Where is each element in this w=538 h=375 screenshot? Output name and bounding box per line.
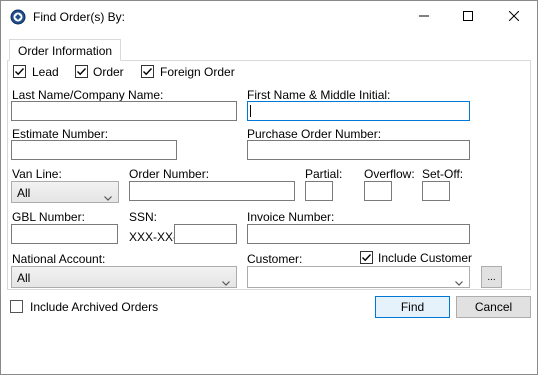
browse-label: ... [487, 271, 496, 283]
order-checkbox[interactable] [75, 65, 88, 78]
customer-select[interactable] [247, 266, 470, 288]
order-number-input[interactable] [129, 181, 295, 201]
cancel-button[interactable]: Cancel [456, 296, 531, 318]
text-caret [250, 105, 251, 117]
foreign-order-label: Foreign Order [160, 65, 235, 79]
chevron-down-icon [104, 190, 112, 204]
customer-label: Customer: [247, 252, 303, 266]
customer-browse-button[interactable]: ... [481, 266, 502, 288]
van-line-value: All [17, 186, 31, 200]
invoice-number-input[interactable] [247, 224, 470, 244]
order-number-label: Order Number: [129, 167, 210, 181]
include-customer-label: Include Customer [378, 251, 473, 265]
overflow-input[interactable] [364, 181, 392, 201]
purchase-order-number-label: Purchase Order Number: [247, 127, 382, 141]
partial-input[interactable] [305, 181, 333, 201]
order-label: Order [93, 65, 124, 79]
tab-label: Order Information [18, 44, 113, 58]
set-off-label: Set-Off: [422, 167, 464, 181]
van-line-select[interactable]: All [11, 181, 119, 203]
minimize-icon [419, 10, 429, 24]
national-account-select[interactable]: All [11, 266, 237, 288]
window-title: Find Order(s) By: [33, 10, 126, 24]
invoice-number-label: Invoice Number: [247, 210, 335, 224]
checkmark-icon [362, 254, 372, 262]
find-button[interactable]: Find [375, 296, 450, 318]
first-name-input[interactable] [247, 101, 470, 121]
van-line-label: Van Line: [12, 167, 62, 181]
include-archived-label: Include Archived Orders [30, 300, 159, 314]
cancel-button-label: Cancel [474, 300, 513, 314]
tab-order-information[interactable]: Order Information [9, 39, 121, 61]
checkmark-icon [15, 68, 25, 76]
lead-checkbox[interactable] [13, 65, 26, 78]
checkmark-icon [77, 68, 87, 76]
first-name-label: First Name & Middle Initial: [247, 88, 391, 102]
national-account-value: All [17, 271, 31, 285]
minimize-button[interactable] [401, 1, 447, 33]
national-account-label: National Account: [12, 252, 106, 266]
overflow-label: Overflow: [364, 167, 415, 181]
ssn-prefix: XXX-XX- [129, 230, 178, 244]
find-orders-dialog: Find Order(s) By: Order Information Lead… [0, 0, 538, 375]
chevron-down-icon [455, 275, 463, 289]
estimate-number-input[interactable] [11, 140, 177, 160]
gbl-number-label: GBL Number: [12, 210, 85, 224]
lead-label: Lead [32, 65, 59, 79]
foreign-order-checkbox[interactable] [141, 65, 154, 78]
set-off-input[interactable] [422, 181, 450, 201]
ssn-label: SSN: [129, 210, 158, 224]
last-name-input[interactable] [11, 101, 237, 121]
partial-label: Partial: [305, 167, 343, 181]
checkmark-icon [143, 68, 153, 76]
maximize-button[interactable] [445, 1, 491, 33]
include-customer-checkbox[interactable] [360, 251, 373, 264]
app-icon [10, 9, 26, 25]
close-icon [508, 10, 520, 24]
find-button-label: Find [400, 300, 425, 314]
chevron-down-icon [222, 275, 230, 289]
ssn-input[interactable] [174, 224, 237, 244]
estimate-number-label: Estimate Number: [12, 127, 109, 141]
title-bar[interactable]: Find Order(s) By: [1, 1, 537, 33]
purchase-order-number-input[interactable] [247, 140, 470, 160]
close-button[interactable] [491, 1, 537, 33]
gbl-number-input[interactable] [11, 224, 118, 244]
last-name-label: Last Name/Company Name: [12, 88, 164, 102]
maximize-icon [463, 10, 473, 24]
include-archived-checkbox[interactable] [10, 300, 23, 313]
